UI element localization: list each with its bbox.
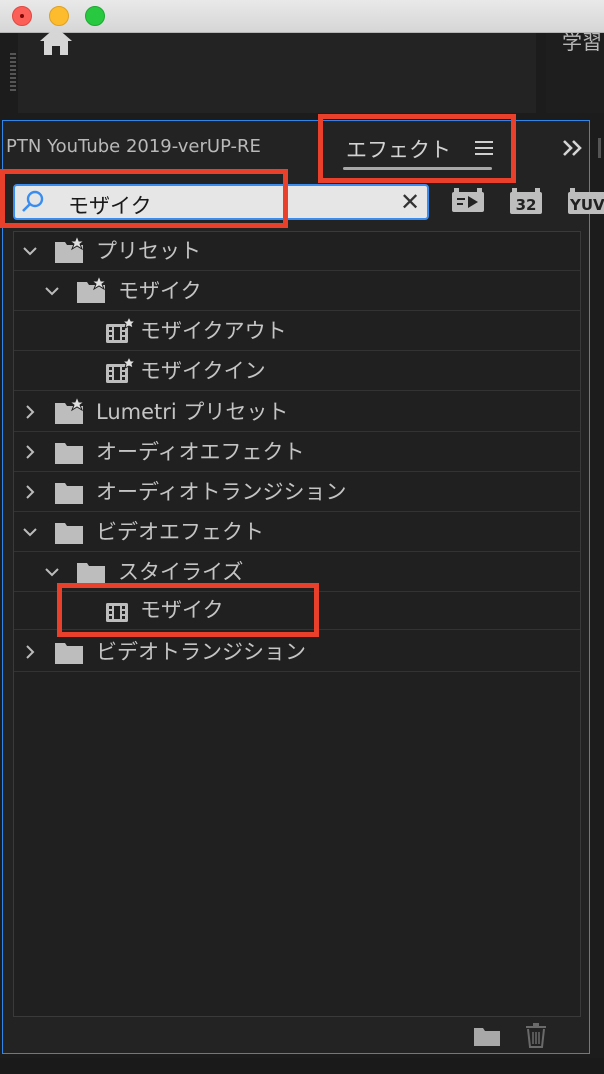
folder-icon bbox=[55, 643, 83, 664]
zoom-window-button[interactable] bbox=[85, 6, 105, 26]
tree-row[interactable]: オーディオエフェクト bbox=[14, 432, 580, 472]
chevron-right-icon[interactable] bbox=[22, 484, 38, 500]
workspace-header bbox=[0, 33, 604, 113]
preset-folder-icon bbox=[55, 397, 86, 424]
highlight-mosaic-effect bbox=[57, 583, 319, 637]
tree-row-label: Lumetri プリセット bbox=[96, 400, 289, 424]
tree-row-label: ビデオトランジション bbox=[96, 640, 306, 664]
chevron-down-icon[interactable] bbox=[44, 564, 60, 580]
folder-icon bbox=[55, 523, 83, 544]
tree-row-label: モザイクイン bbox=[140, 359, 266, 383]
highlight-effects-tab bbox=[318, 114, 516, 183]
yuv-effects-icon[interactable]: YUV bbox=[566, 186, 604, 216]
tree-row[interactable]: オーディオトランジション bbox=[14, 472, 580, 512]
preset-effect-icon bbox=[106, 316, 136, 343]
yuv-label: YUV bbox=[569, 196, 604, 214]
chevron-down-icon[interactable] bbox=[22, 524, 38, 540]
chevron-right-icon[interactable] bbox=[22, 444, 38, 460]
tree-row[interactable]: ビデオエフェクト bbox=[14, 512, 580, 552]
tree-row-label: ビデオエフェクト bbox=[96, 520, 264, 544]
close-window-button[interactable] bbox=[12, 6, 32, 26]
window-titlebar bbox=[0, 0, 604, 33]
double-chevron-right-icon[interactable] bbox=[562, 138, 584, 158]
chevron-down-icon[interactable] bbox=[44, 283, 60, 299]
32-bit-label: 32 bbox=[516, 196, 537, 214]
drag-grip[interactable] bbox=[10, 53, 16, 93]
accelerated-effects-icon[interactable] bbox=[450, 186, 486, 216]
project-tab[interactable]: PTN YouTube 2019-verUP-RE bbox=[6, 136, 261, 157]
tree-row-label: モザイクアウト bbox=[140, 319, 287, 343]
chevron-right-icon[interactable] bbox=[22, 644, 38, 660]
chevron-right-icon[interactable] bbox=[22, 404, 38, 420]
tree-row[interactable]: ビデオトランジション bbox=[14, 632, 580, 672]
tree-row-label: オーディオエフェクト bbox=[96, 440, 305, 464]
folder-icon bbox=[55, 483, 83, 504]
tree-row[interactable]: モザイク bbox=[14, 271, 580, 311]
chevron-down-icon[interactable] bbox=[22, 243, 38, 259]
folder-icon bbox=[55, 443, 83, 464]
close-icon[interactable]: ✕ bbox=[400, 189, 420, 215]
preset-effect-icon bbox=[106, 356, 136, 383]
tree-row[interactable]: モザイクイン bbox=[14, 351, 580, 391]
trash-icon[interactable] bbox=[524, 1022, 548, 1048]
tree-row-label: オーディオトランジション bbox=[96, 480, 347, 504]
learn-tab-label[interactable]: 学習 bbox=[562, 26, 602, 55]
highlight-search bbox=[0, 169, 288, 228]
preset-folder-icon bbox=[55, 236, 86, 263]
tree-row[interactable]: Lumetri プリセット bbox=[14, 392, 580, 432]
tree-row-label: プリセット bbox=[96, 239, 201, 263]
tree-row-label: モザイク bbox=[118, 279, 202, 303]
home-icon[interactable] bbox=[38, 25, 74, 57]
32-bit-effects-icon[interactable]: 32 bbox=[508, 186, 544, 216]
panel-edge-marker bbox=[598, 138, 604, 158]
tree-row[interactable]: プリセット bbox=[14, 231, 580, 271]
new-bin-icon[interactable] bbox=[473, 1025, 501, 1047]
home-bar bbox=[18, 33, 536, 113]
bottom-strip bbox=[0, 1058, 604, 1074]
preset-folder-icon bbox=[77, 276, 108, 303]
tree-row[interactable]: モザイクアウト bbox=[14, 311, 580, 351]
minimize-window-button[interactable] bbox=[49, 6, 69, 26]
